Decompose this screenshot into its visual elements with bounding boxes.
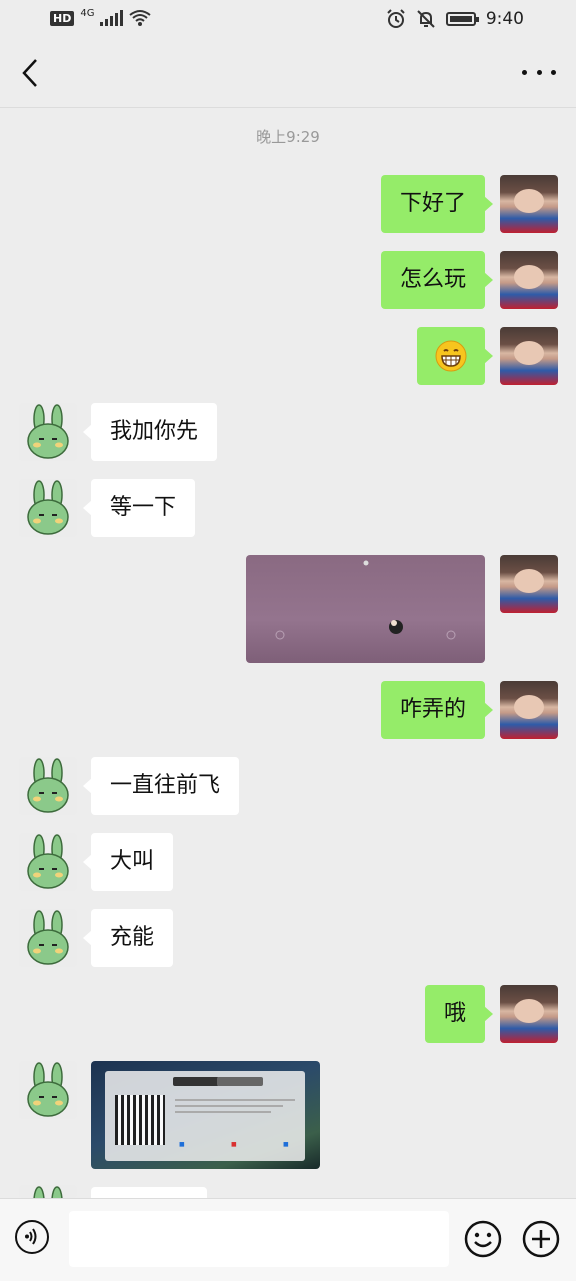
- voice-input-button[interactable]: [15, 1220, 49, 1254]
- qr-code-icon: [115, 1095, 165, 1145]
- message-bubble-contact[interactable]: 一直往前飞: [82, 757, 240, 815]
- message-bubble-mine[interactable]: 怎么玩: [380, 251, 494, 309]
- clock: 9:40: [485, 9, 524, 29]
- status-bar: HD 4G 9:40: [0, 0, 576, 40]
- my-avatar[interactable]: [500, 327, 558, 385]
- message-bubble-emoji[interactable]: [417, 327, 493, 385]
- my-avatar[interactable]: [500, 175, 558, 233]
- network-type: 4G: [80, 7, 95, 19]
- qr-code-screenshot-icon: ■ ■ ■: [105, 1071, 305, 1161]
- my-avatar[interactable]: [500, 681, 558, 739]
- battery-icon: [445, 12, 479, 26]
- contact-avatar[interactable]: [19, 403, 77, 461]
- my-avatar[interactable]: [500, 251, 558, 309]
- message-bubble-mine[interactable]: 哦: [424, 985, 494, 1043]
- message-bubble-contact[interactable]: 充能: [82, 909, 174, 967]
- status-left: HD 4G: [50, 7, 152, 27]
- hd-indicator: HD: [50, 10, 75, 26]
- wifi-icon: [129, 10, 152, 26]
- rabbit-avatar-icon: [27, 404, 69, 459]
- voice-icon: [25, 1228, 37, 1245]
- contact-avatar[interactable]: [19, 909, 77, 967]
- status-right: 9:40: [386, 9, 524, 29]
- rabbit-avatar-icon: [27, 758, 69, 813]
- message-bubble-contact[interactable]: 等一下: [82, 479, 196, 537]
- input-bar: [0, 1198, 576, 1281]
- contact-avatar[interactable]: [19, 1185, 77, 1198]
- rabbit-avatar-icon: [27, 480, 69, 535]
- game-screenshot-icon: [275, 560, 456, 640]
- message-input[interactable]: [69, 1211, 449, 1267]
- back-arrow-icon[interactable]: [16, 56, 46, 90]
- grinning-emoji-icon: [435, 340, 467, 372]
- message-bubble-contact[interactable]: 大叫: [82, 833, 174, 891]
- image-message-game-screenshot[interactable]: [246, 555, 485, 663]
- rabbit-avatar-icon: [33, 1186, 63, 1198]
- more-functions-plus-icon[interactable]: [522, 1220, 560, 1258]
- my-avatar[interactable]: [500, 985, 558, 1043]
- contact-avatar[interactable]: [19, 757, 77, 815]
- chat-header: [0, 40, 576, 108]
- my-avatar[interactable]: [500, 555, 558, 613]
- message-bubble-contact[interactable]: 我加你先: [82, 403, 218, 461]
- contact-avatar[interactable]: [19, 833, 77, 891]
- emoji-button-icon[interactable]: [464, 1220, 502, 1258]
- contact-avatar[interactable]: [19, 479, 77, 537]
- more-options-icon[interactable]: [522, 60, 556, 84]
- rabbit-avatar-icon: [27, 1062, 69, 1117]
- message-bubble-mine[interactable]: 下好了: [380, 175, 494, 233]
- image-message-qr-screenshot[interactable]: ■ ■ ■: [91, 1061, 320, 1169]
- rabbit-avatar-icon: [27, 834, 69, 889]
- rabbit-avatar-icon: [27, 910, 69, 965]
- message-bubble-contact-partial[interactable]: [91, 1187, 207, 1198]
- message-bubble-mine[interactable]: 咋弄的: [380, 681, 494, 739]
- signal-icon: [100, 10, 124, 26]
- message-time-label: 晚上9:29: [256, 128, 320, 146]
- contact-avatar[interactable]: [19, 1061, 77, 1119]
- mute-notification-icon: [417, 10, 435, 28]
- alarm-icon: [387, 9, 405, 28]
